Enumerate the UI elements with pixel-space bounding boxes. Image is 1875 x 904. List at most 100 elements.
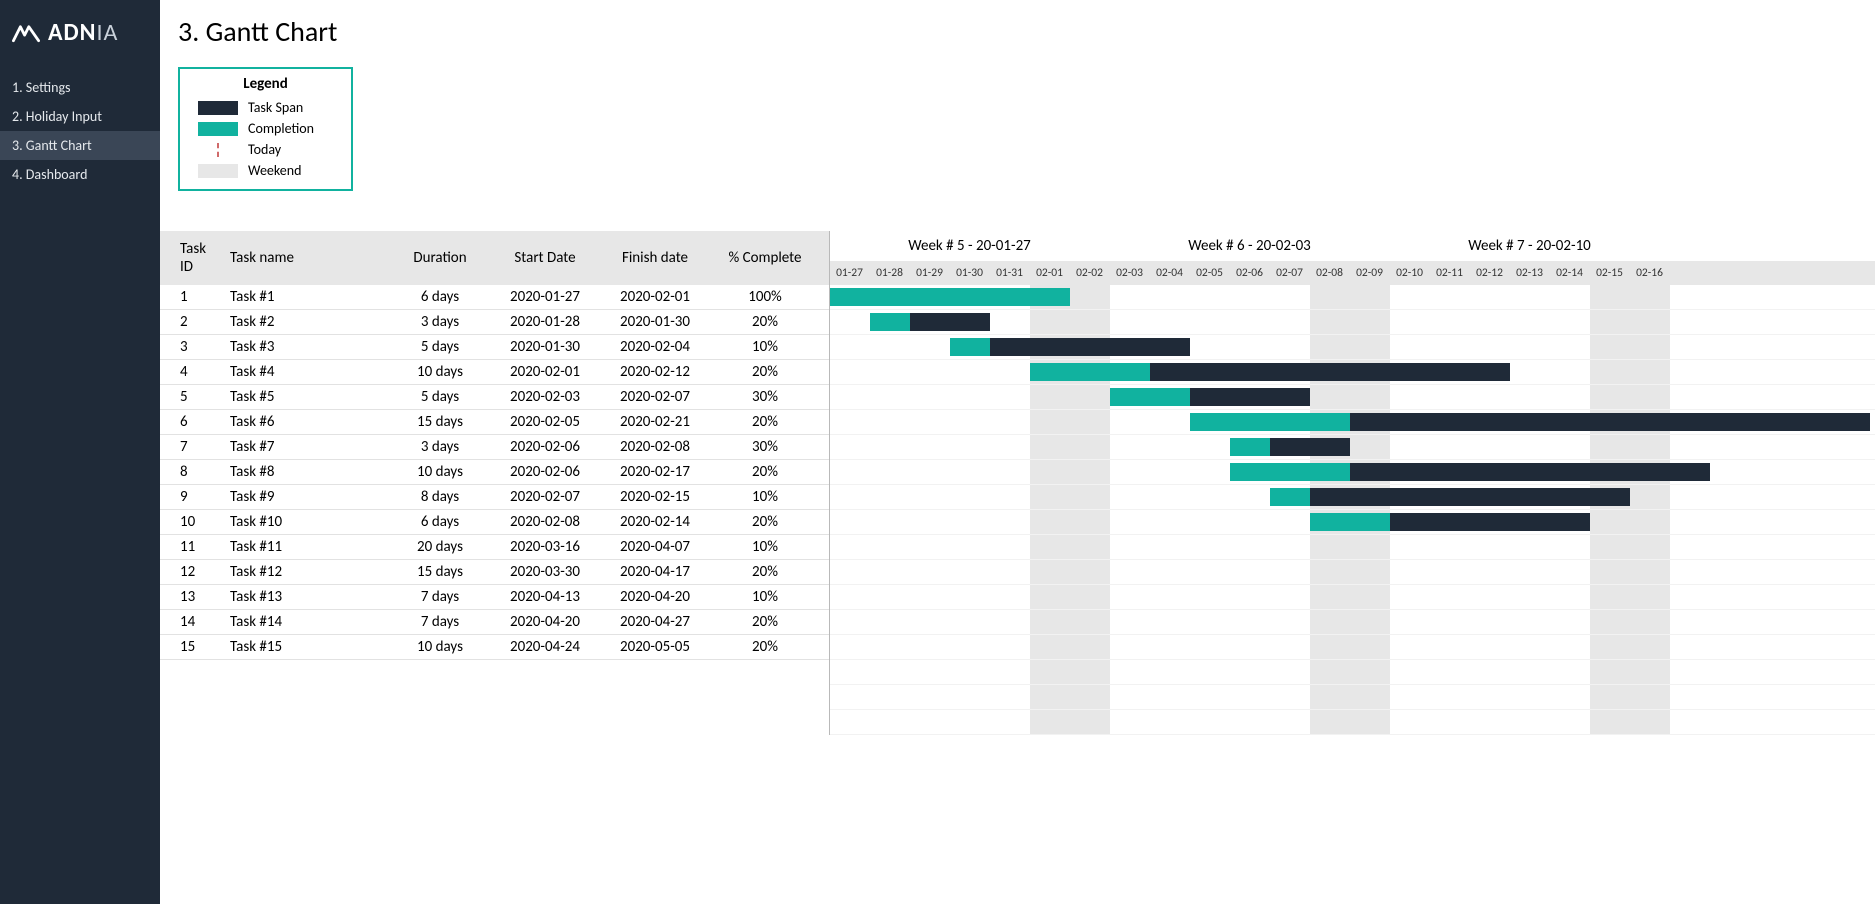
cell-dur: 7 days [390,613,490,631]
gantt-row [830,435,1875,460]
cell-start: 2020-03-30 [490,563,600,581]
table-row[interactable]: 14Task #147 days2020-04-202020-04-2720% [160,610,829,635]
nav-item-2[interactable]: 3. Gantt Chart [0,131,160,160]
weekend-bg [1350,585,1390,609]
weekend-bg [1590,585,1630,609]
table-row[interactable]: 4Task #410 days2020-02-012020-02-1220% [160,360,829,385]
logo-icon [12,22,40,44]
cell-name: Task #4 [220,363,390,381]
weekend-bg [1590,510,1630,534]
date-header: 02-06 [1230,261,1270,285]
date-header: 01-27 [830,261,870,285]
cell-start: 2020-03-16 [490,538,600,556]
gantt-row [830,360,1875,385]
cell-end: 2020-02-12 [600,363,710,381]
weekend-bg [1310,285,1350,309]
nav-item-1[interactable]: 2. Holiday Input [0,102,160,131]
weekend-bg [1310,535,1350,559]
table-row[interactable]: 10Task #106 days2020-02-082020-02-1420% [160,510,829,535]
completion-bar [1310,513,1390,531]
cell-name: Task #12 [220,563,390,581]
cell-dur: 10 days [390,363,490,381]
cell-name: Task #13 [220,588,390,606]
gantt-row [830,410,1875,435]
col-task-name: Task name [220,249,390,267]
cell-pct: 30% [710,438,820,456]
weekend-bg [1070,585,1110,609]
gantt-row [830,585,1875,610]
weekend-bg [1350,335,1390,359]
weekend-bg [1630,510,1670,534]
date-header: 01-31 [990,261,1030,285]
gantt-row [830,485,1875,510]
weekend-bg [1030,510,1070,534]
cell-dur: 5 days [390,388,490,406]
table-row[interactable]: 7Task #73 days2020-02-062020-02-0830% [160,435,829,460]
nav-item-3[interactable]: 4. Dashboard [0,160,160,189]
weekend-bg [1590,610,1630,634]
legend-label: Weekend [248,162,301,179]
weekend-bg [1030,585,1070,609]
cell-name: Task #15 [220,638,390,656]
cell-dur: 3 days [390,313,490,331]
gantt-row [830,310,1875,335]
cell-id: 2 [160,313,220,331]
weekend-bg [1350,560,1390,584]
completion-bar [1190,413,1350,431]
weekend-bg [1030,310,1070,334]
task-span-bar[interactable] [1270,488,1630,506]
cell-id: 10 [160,513,220,531]
gantt-row-empty [830,660,1875,685]
cell-id: 6 [160,413,220,431]
legend-label: Completion [248,120,314,137]
table-row[interactable]: 15Task #1510 days2020-04-242020-05-0520% [160,635,829,660]
weekend-bg [1030,635,1070,659]
cell-end: 2020-04-07 [600,538,710,556]
cell-id: 5 [160,388,220,406]
table-row[interactable]: 9Task #98 days2020-02-072020-02-1510% [160,485,829,510]
legend-title: Legend [198,75,333,93]
col-start-date: Start Date [490,249,600,267]
cell-id: 15 [160,638,220,656]
completion-bar [1230,463,1350,481]
date-header: 02-14 [1550,261,1590,285]
legend-row-2: Today [198,139,333,160]
weekend-bg [1070,385,1110,409]
brand-text: ADNIA [48,18,118,47]
date-header: 02-07 [1270,261,1310,285]
cell-start: 2020-02-07 [490,488,600,506]
gantt-row [830,535,1875,560]
cell-pct: 100% [710,288,820,306]
weekend-bg [1030,435,1070,459]
cell-pct: 20% [710,463,820,481]
cell-id: 7 [160,438,220,456]
cell-end: 2020-02-21 [600,413,710,431]
table-row[interactable]: 2Task #23 days2020-01-282020-01-3020% [160,310,829,335]
cell-pct: 20% [710,313,820,331]
cell-start: 2020-04-13 [490,588,600,606]
table-row[interactable]: 13Task #137 days2020-04-132020-04-2010% [160,585,829,610]
cell-pct: 20% [710,513,820,531]
date-header: 01-29 [910,261,950,285]
weekend-bg [1070,610,1110,634]
cell-id: 8 [160,463,220,481]
table-row[interactable]: 1Task #16 days2020-01-272020-02-01100% [160,285,829,310]
cell-dur: 5 days [390,338,490,356]
nav-item-0[interactable]: 1. Settings [0,73,160,102]
cell-end: 2020-04-27 [600,613,710,631]
content: Task ID Task name Duration Start Date Fi… [160,231,1875,735]
table-row[interactable]: 12Task #1215 days2020-03-302020-04-1720% [160,560,829,585]
week-header: Week # 7 - 20-02-10 [1390,231,1670,261]
cell-pct: 10% [710,488,820,506]
legend: Legend Task SpanCompletionTodayWeekend [178,67,353,191]
table-row[interactable]: 6Task #615 days2020-02-052020-02-2120% [160,410,829,435]
cell-end: 2020-04-17 [600,563,710,581]
table-row[interactable]: 8Task #810 days2020-02-062020-02-1720% [160,460,829,485]
weekend-bg [1630,635,1670,659]
table-row[interactable]: 5Task #55 days2020-02-032020-02-0730% [160,385,829,410]
weekend-bg [1030,610,1070,634]
table-row[interactable]: 11Task #1120 days2020-03-162020-04-0710% [160,535,829,560]
table-row[interactable]: 3Task #35 days2020-01-302020-02-0410% [160,335,829,360]
gantt-row [830,610,1875,635]
cell-pct: 20% [710,563,820,581]
